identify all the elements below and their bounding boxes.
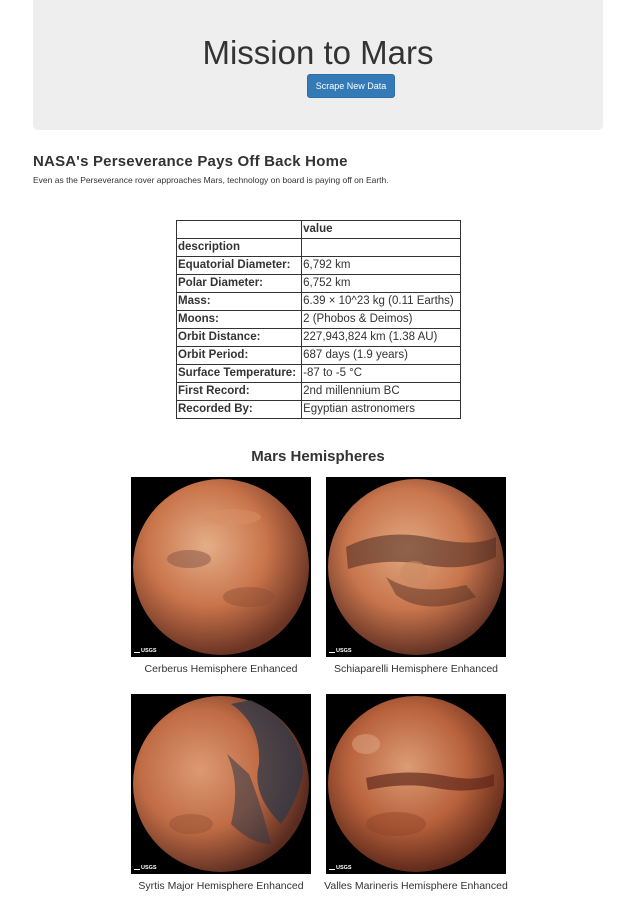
scrape-new-data-button[interactable]: Scrape New Data [307,74,395,98]
fact-value: -87 to -5 °C [301,364,461,383]
hemisphere-caption: Cerberus Hemisphere Enhanced [144,663,298,675]
fact-label: Surface Temperature: [175,364,303,383]
news-title: NASA's Perseverance Pays Off Back Home [33,153,348,170]
fact-value: Egyptian astronomers [301,400,461,419]
hemisphere-card-cerberus: USGS Cerberus Hemisphere Enhanced [123,477,319,675]
table-index-row: description [175,238,461,257]
news-teaser: Even as the Perseverance rover approache… [33,175,389,185]
usgs-watermark: USGS [329,647,352,654]
hemisphere-caption: Valles Marineris Hemisphere Enhanced [324,880,508,892]
table-corner-cell [175,220,303,239]
fact-value: 2 (Phobos & Deimos) [301,310,461,329]
table-row: Surface Temperature: -87 to -5 °C [175,364,461,383]
hemispheres-title: Mars Hemispheres [251,448,385,465]
fact-label: Mass: [175,292,303,311]
fact-value: 6.39 × 10^23 kg (0.11 Earths) [301,292,461,311]
fact-value: 687 days (1.9 years) [301,346,461,365]
table-row: Recorded By: Egyptian astronomers [175,400,461,419]
table-empty-cell [301,238,461,257]
table-row: Equatorial Diameter: 6,792 km [175,256,461,275]
fact-label: Recorded By: [175,400,303,419]
mars-hemisphere-image[interactable]: USGS [326,477,506,657]
mars-hemisphere-image[interactable]: USGS [326,694,506,874]
hemisphere-card-syrtis-major: USGS Syrtis Major Hemisphere Enhanced [123,694,319,892]
table-row: Moons: 2 (Phobos & Deimos) [175,310,461,329]
fact-value: 2nd millennium BC [301,382,461,401]
mars-facts-table: value description Equatorial Diameter: 6… [175,220,461,419]
table-row: Orbit Distance: 227,943,824 km (1.38 AU) [175,328,461,347]
fact-label: Polar Diameter: [175,274,303,293]
hemisphere-card-valles-marineris: USGS Valles Marineris Hemisphere Enhance… [318,694,514,892]
usgs-watermark: USGS [134,647,157,654]
usgs-watermark: USGS [329,864,352,871]
usgs-watermark: USGS [134,864,157,871]
fact-value: 6,752 km [301,274,461,293]
mars-hemisphere-image[interactable]: USGS [131,477,311,657]
page-title: Mission to Mars [202,34,434,71]
value-column-header: value [301,220,461,239]
hemisphere-caption: Syrtis Major Hemisphere Enhanced [138,880,304,892]
mars-globe-icon [133,696,309,872]
description-index-header: description [175,238,303,257]
hemisphere-card-schiaparelli: USGS Schiaparelli Hemisphere Enhanced [318,477,514,675]
header-jumbotron: Mission to Mars Scrape New Data [33,0,603,130]
table-header-row: value [175,220,461,239]
mars-hemisphere-image[interactable]: USGS [131,694,311,874]
mars-globe-icon [328,479,504,655]
mars-globe-icon [133,479,309,655]
hemisphere-caption: Schiaparelli Hemisphere Enhanced [333,663,498,675]
fact-label: Orbit Period: [175,346,303,365]
table-row: Polar Diameter: 6,752 km [175,274,461,293]
fact-label: Moons: [175,310,303,329]
fact-value: 227,943,824 km (1.38 AU) [301,328,461,347]
mars-globe-icon [328,696,504,872]
table-row: Mass: 6.39 × 10^23 kg (0.11 Earths) [175,292,461,311]
fact-label: Equatorial Diameter: [175,256,303,275]
table-row: Orbit Period: 687 days (1.9 years) [175,346,461,365]
table-row: First Record: 2nd millennium BC [175,382,461,401]
fact-label: Orbit Distance: [175,328,303,347]
fact-label: First Record: [175,382,303,401]
fact-value: 6,792 km [301,256,461,275]
